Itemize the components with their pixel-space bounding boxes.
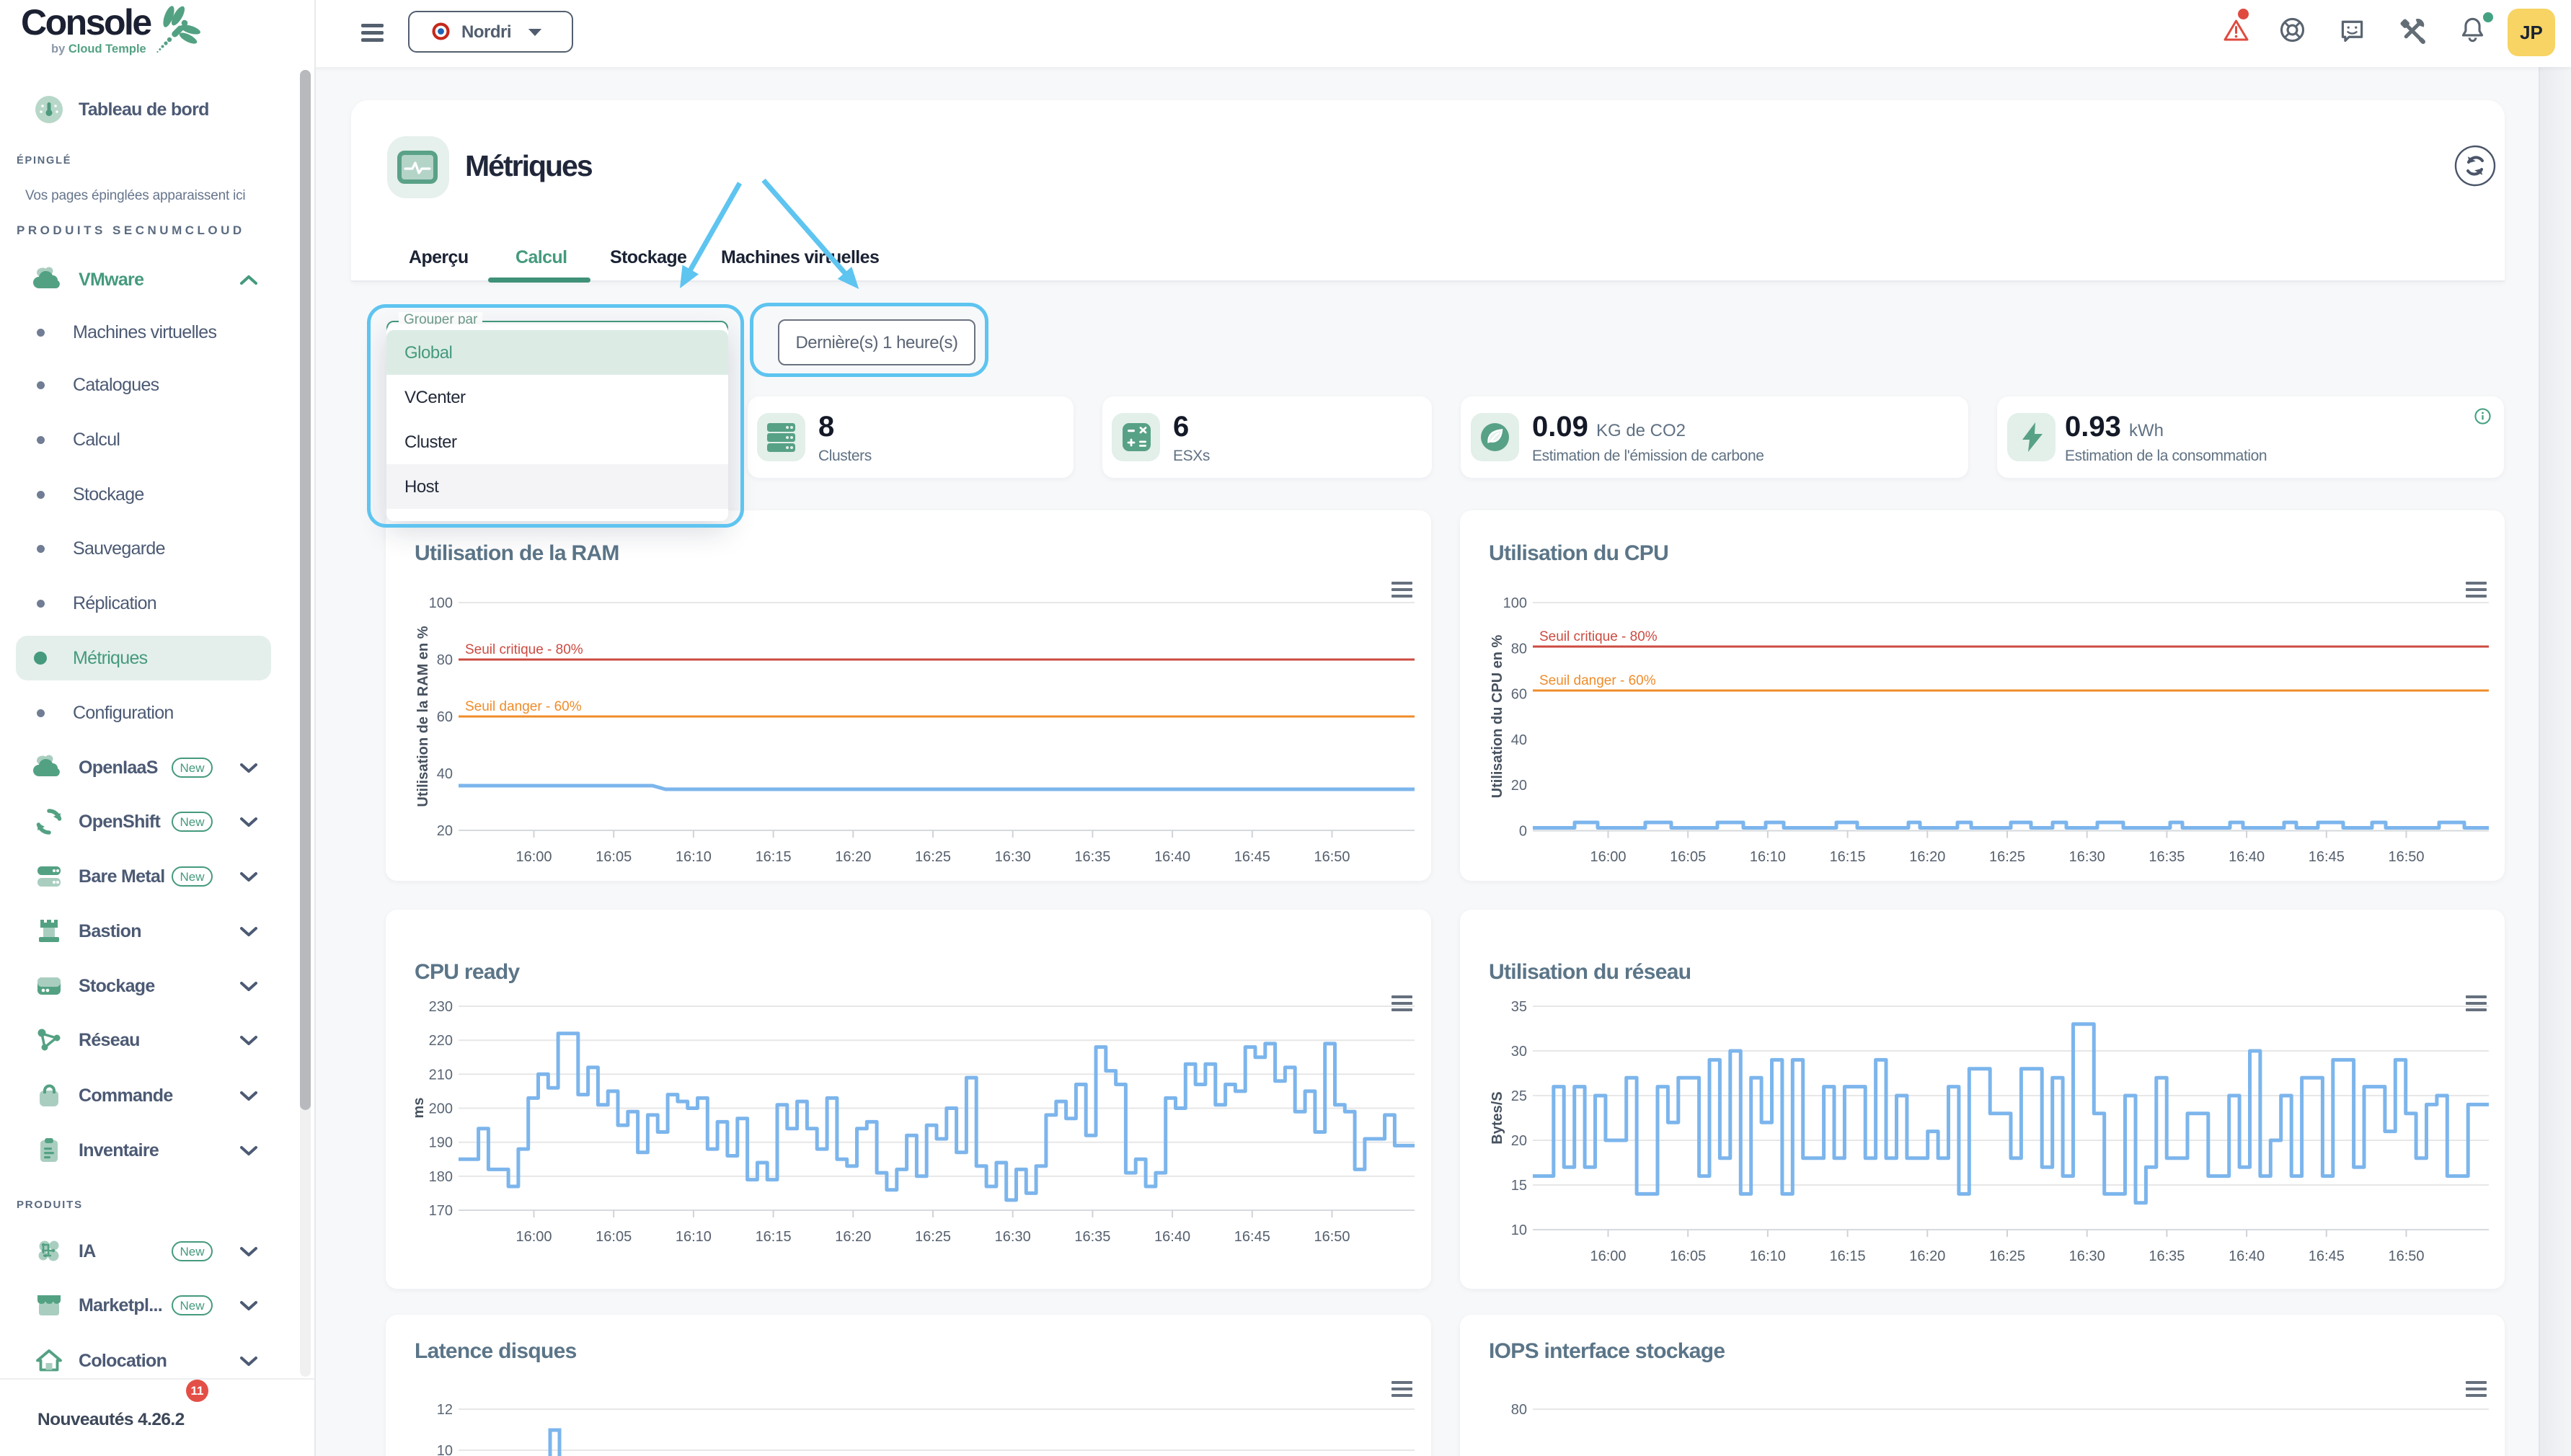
svg-text:CPU ready: CPU ready (415, 960, 520, 984)
svg-text:12: 12 (437, 1402, 453, 1418)
svg-text:35: 35 (1511, 999, 1527, 1015)
svg-text:15: 15 (1511, 1178, 1527, 1194)
svg-text:190: 190 (429, 1135, 453, 1151)
svg-text:Bytes/S: Bytes/S (1490, 1091, 1505, 1144)
svg-text:30: 30 (1511, 1044, 1527, 1060)
svg-text:Seuil critique - 80%: Seuil critique - 80% (465, 642, 583, 657)
svg-text:ms: ms (411, 1098, 427, 1119)
svg-text:16:25: 16:25 (915, 849, 951, 865)
svg-text:16:00: 16:00 (1590, 1248, 1626, 1264)
svg-text:16:45: 16:45 (1234, 849, 1270, 865)
svg-text:10: 10 (437, 1443, 453, 1456)
svg-text:16:50: 16:50 (2388, 849, 2424, 865)
svg-text:20: 20 (1511, 778, 1527, 794)
svg-text:16:20: 16:20 (835, 849, 871, 865)
svg-text:16:35: 16:35 (1074, 849, 1110, 865)
svg-text:Seuil danger - 60%: Seuil danger - 60% (1539, 673, 1656, 688)
svg-text:Utilisation du réseau: Utilisation du réseau (1489, 960, 1691, 984)
svg-text:16:05: 16:05 (596, 849, 632, 865)
svg-text:16:35: 16:35 (2149, 849, 2185, 865)
svg-text:220: 220 (429, 1033, 453, 1049)
svg-text:0: 0 (1519, 824, 1527, 840)
svg-text:16:35: 16:35 (1074, 1229, 1110, 1245)
svg-text:210: 210 (429, 1067, 453, 1083)
svg-text:16:15: 16:15 (1830, 849, 1866, 865)
svg-text:16:15: 16:15 (1830, 1248, 1866, 1264)
svg-text:Utilisation du CPU: Utilisation du CPU (1489, 541, 1668, 565)
svg-text:80: 80 (1511, 641, 1527, 657)
svg-text:180: 180 (429, 1169, 453, 1185)
svg-text:16:20: 16:20 (1909, 849, 1945, 865)
svg-text:80: 80 (1511, 1402, 1527, 1418)
svg-text:60: 60 (1511, 687, 1527, 703)
svg-text:16:45: 16:45 (1234, 1229, 1270, 1245)
svg-text:16:10: 16:10 (676, 1229, 712, 1245)
svg-text:Utilisation de la RAM: Utilisation de la RAM (415, 541, 619, 565)
svg-text:230: 230 (429, 999, 453, 1015)
svg-text:16:00: 16:00 (1590, 849, 1626, 865)
svg-text:16:20: 16:20 (1909, 1248, 1945, 1264)
svg-text:25: 25 (1511, 1088, 1527, 1104)
svg-text:16:20: 16:20 (835, 1229, 871, 1245)
svg-text:16:25: 16:25 (1989, 1248, 2025, 1264)
svg-text:16:00: 16:00 (515, 1229, 552, 1245)
svg-text:16:40: 16:40 (2229, 1248, 2265, 1264)
svg-text:Utilisation du CPU en %: Utilisation du CPU en % (1490, 634, 1505, 798)
svg-text:40: 40 (437, 766, 453, 782)
svg-text:16:05: 16:05 (1670, 1248, 1706, 1264)
svg-text:Latence disques: Latence disques (415, 1339, 577, 1363)
svg-text:16:05: 16:05 (1670, 849, 1706, 865)
svg-text:16:40: 16:40 (2229, 849, 2265, 865)
svg-text:16:40: 16:40 (1154, 1229, 1190, 1245)
svg-text:16:15: 16:15 (756, 849, 792, 865)
svg-text:16:00: 16:00 (515, 849, 552, 865)
svg-text:16:30: 16:30 (995, 849, 1031, 865)
svg-text:20: 20 (437, 823, 453, 839)
svg-text:IOPS interface stockage: IOPS interface stockage (1489, 1339, 1725, 1363)
svg-text:16:50: 16:50 (1314, 849, 1350, 865)
svg-text:10: 10 (1511, 1222, 1527, 1238)
svg-text:16:40: 16:40 (1154, 849, 1190, 865)
svg-text:60: 60 (437, 709, 453, 725)
svg-text:16:50: 16:50 (2388, 1248, 2424, 1264)
svg-text:170: 170 (429, 1203, 453, 1219)
svg-text:Utilisation de la RAM en %: Utilisation de la RAM en % (415, 626, 431, 807)
svg-text:16:30: 16:30 (2069, 849, 2105, 865)
svg-text:Seuil danger - 60%: Seuil danger - 60% (465, 699, 582, 714)
svg-text:16:50: 16:50 (1314, 1229, 1350, 1245)
svg-text:16:45: 16:45 (2309, 1248, 2345, 1264)
svg-text:16:45: 16:45 (2309, 849, 2345, 865)
svg-text:16:10: 16:10 (1750, 849, 1786, 865)
svg-text:16:10: 16:10 (1750, 1248, 1786, 1264)
svg-text:200: 200 (429, 1101, 453, 1117)
svg-text:100: 100 (429, 595, 453, 611)
svg-text:80: 80 (437, 652, 453, 668)
svg-text:40: 40 (1511, 732, 1527, 748)
svg-text:16:15: 16:15 (756, 1229, 792, 1245)
svg-text:Seuil critique - 80%: Seuil critique - 80% (1539, 629, 1658, 644)
svg-text:16:25: 16:25 (1989, 849, 2025, 865)
svg-text:20: 20 (1511, 1133, 1527, 1149)
svg-text:100: 100 (1503, 595, 1527, 611)
svg-text:16:05: 16:05 (596, 1229, 632, 1245)
svg-text:16:30: 16:30 (2069, 1248, 2105, 1264)
svg-text:16:30: 16:30 (995, 1229, 1031, 1245)
svg-text:16:10: 16:10 (676, 849, 712, 865)
svg-text:16:25: 16:25 (915, 1229, 951, 1245)
svg-text:16:35: 16:35 (2149, 1248, 2185, 1264)
